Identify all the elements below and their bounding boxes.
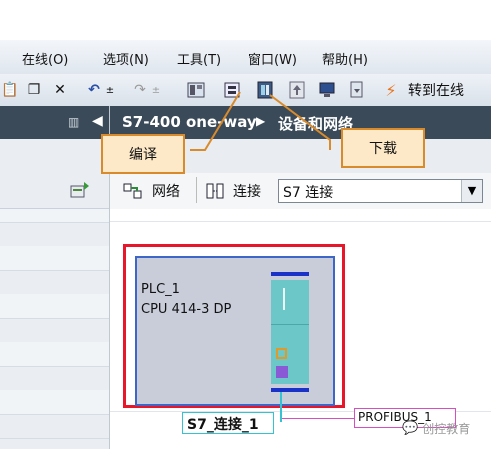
compile-callout: 编译 xyxy=(101,134,185,174)
watermark-text: 创控教育 xyxy=(422,421,471,436)
watermark-icon: 💬 xyxy=(402,420,419,436)
watermark: 💬 创控教育 xyxy=(402,417,490,439)
callout-leaders xyxy=(190,91,331,151)
download-callout: 下载 xyxy=(341,128,425,168)
download-callout-label: 下载 xyxy=(369,141,397,157)
compile-callout-label: 编译 xyxy=(129,147,157,163)
